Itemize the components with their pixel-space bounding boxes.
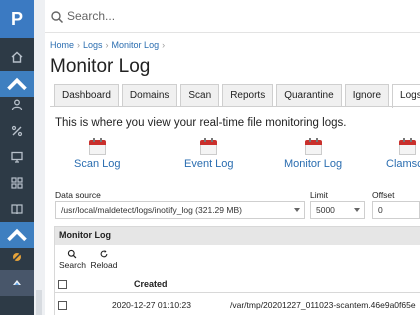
limit-select[interactable]: 5000 bbox=[310, 201, 365, 219]
shield-icon[interactable] bbox=[0, 270, 34, 296]
select-all-checkbox[interactable] bbox=[58, 280, 67, 289]
row-path: /var/tmp/20201227_011023-scantem.46e9a0f… bbox=[230, 300, 416, 310]
breadcrumb: Home › Logs › Monitor Log › bbox=[50, 40, 168, 50]
chevron-right-icon: › bbox=[105, 40, 109, 50]
reload-button[interactable]: Reload bbox=[89, 249, 119, 270]
top-search-bar: Search... bbox=[45, 0, 420, 33]
scan-log-label: Scan Log bbox=[74, 158, 121, 170]
row-checkbox[interactable] bbox=[58, 301, 67, 310]
reload-button-label: Reload bbox=[90, 260, 118, 270]
calendar-icon bbox=[200, 138, 218, 155]
calendar-icon bbox=[398, 138, 416, 155]
apps-icon[interactable] bbox=[0, 170, 34, 196]
breadcrumb-logs[interactable]: Logs bbox=[83, 40, 103, 50]
tab-reports[interactable]: Reports bbox=[222, 84, 274, 107]
data-source-value: /usr/local/maldetect/logs/inotify_log (3… bbox=[61, 205, 242, 215]
page-title: Monitor Log bbox=[50, 56, 151, 77]
table-header-row: Created bbox=[54, 276, 420, 293]
row-created: 2020-12-27 01:10:23 bbox=[112, 300, 191, 310]
search-button[interactable]: Search bbox=[59, 249, 86, 270]
plugin-icon[interactable] bbox=[0, 244, 34, 270]
chevron-right-icon: › bbox=[77, 40, 81, 50]
tab-ignore[interactable]: Ignore bbox=[344, 84, 390, 107]
tab-logs[interactable]: Logs bbox=[392, 84, 420, 108]
search-button-label: Search bbox=[59, 260, 86, 270]
tab-quarantine[interactable]: Quarantine bbox=[276, 84, 342, 107]
data-source-label: Data source bbox=[55, 190, 101, 200]
page-description: This is where you view your real-time fi… bbox=[55, 117, 347, 129]
user-icon[interactable] bbox=[0, 92, 34, 118]
chevron-right-icon: › bbox=[162, 40, 166, 50]
clamscan-log-link[interactable]: Clamsca bbox=[386, 138, 420, 170]
panel-title: Monitor Log bbox=[55, 227, 420, 245]
tab-dashboard[interactable]: Dashboard bbox=[54, 84, 119, 107]
offset-select[interactable]: 0 bbox=[372, 201, 420, 219]
chevron-down-icon bbox=[354, 208, 360, 212]
data-source-select[interactable]: /usr/local/maldetect/logs/inotify_log (3… bbox=[55, 201, 305, 219]
limit-label: Limit bbox=[310, 190, 328, 200]
logo[interactable]: P bbox=[0, 0, 34, 38]
search-input[interactable]: Search... bbox=[67, 9, 115, 23]
tab-scan[interactable]: Scan bbox=[180, 84, 220, 107]
reload-icon bbox=[89, 249, 119, 260]
calendar-icon bbox=[88, 138, 106, 155]
offset-label: Offset bbox=[372, 190, 395, 200]
search-icon bbox=[59, 249, 85, 260]
logo-letter: P bbox=[10, 8, 23, 29]
percent-icon[interactable] bbox=[0, 118, 34, 144]
clamscan-log-label: Clamsca bbox=[386, 158, 420, 170]
offset-value: 0 bbox=[378, 205, 383, 215]
table-row[interactable]: 2020-12-27 01:10:23 /var/tmp/20201227_01… bbox=[54, 296, 420, 315]
event-log-link[interactable]: Event Log bbox=[184, 138, 234, 170]
monitor-log-label: Monitor Log bbox=[284, 158, 343, 170]
tab-domains[interactable]: Domains bbox=[121, 84, 178, 107]
breadcrumb-home[interactable]: Home bbox=[50, 40, 74, 50]
sidebar-scroll-gutter bbox=[34, 0, 45, 315]
sidebar: P bbox=[0, 0, 34, 315]
breadcrumb-monitor-log[interactable]: Monitor Log bbox=[112, 40, 160, 50]
search-icon bbox=[51, 11, 64, 24]
monitor-log-link[interactable]: Monitor Log bbox=[284, 138, 342, 170]
limit-value: 5000 bbox=[316, 205, 335, 215]
scrollbar[interactable] bbox=[36, 290, 42, 315]
chevron-down-icon bbox=[294, 208, 300, 212]
event-log-label: Event Log bbox=[184, 158, 234, 170]
scan-log-link[interactable]: Scan Log bbox=[74, 138, 120, 170]
tab-bar: Dashboard Domains Scan Reports Quarantin… bbox=[54, 84, 420, 108]
column-header-created[interactable]: Created bbox=[134, 279, 168, 289]
calendar-icon bbox=[304, 138, 322, 155]
tab-divider bbox=[50, 106, 420, 107]
monitor-icon[interactable] bbox=[0, 144, 34, 170]
